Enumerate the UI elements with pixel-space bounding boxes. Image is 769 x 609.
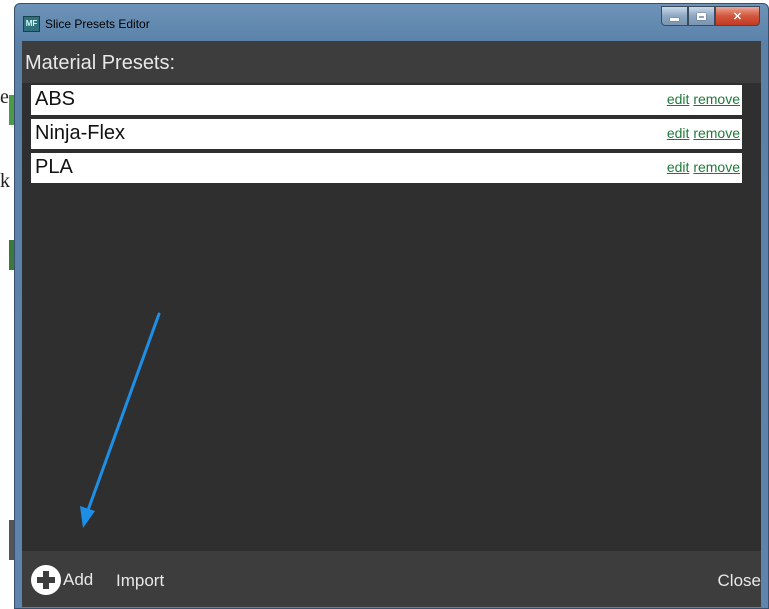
close-window-button[interactable]: ✕: [715, 6, 760, 26]
background-text-fragment: e: [0, 86, 9, 108]
annotation-arrow: [80, 312, 161, 528]
maximize-icon: [697, 12, 706, 20]
title-bar[interactable]: MF Slice Presets Editor ✕: [15, 4, 768, 42]
add-icon: [31, 565, 61, 595]
close-button[interactable]: Close: [718, 571, 761, 591]
import-button[interactable]: Import: [116, 571, 164, 591]
annotation-arrow-shaft: [85, 312, 161, 515]
app-icon: MF: [23, 16, 40, 32]
add-label: Add: [63, 570, 94, 589]
minimize-icon: [670, 18, 679, 21]
editor-panel: Material Presets: ABS edit remove Ninja-…: [22, 41, 761, 607]
background-text-fragment: k: [0, 170, 10, 192]
maximize-button[interactable]: [688, 6, 715, 26]
footer-bar: Add Import Close: [22, 551, 761, 607]
minimize-button[interactable]: [661, 6, 688, 26]
add-button[interactable]: Add: [31, 565, 93, 595]
window-title: Slice Presets Editor: [45, 17, 150, 31]
close-icon: ✕: [732, 10, 743, 23]
window-controls: ✕: [661, 6, 760, 26]
slice-presets-editor-window: MF Slice Presets Editor ✕ Material Prese…: [14, 3, 769, 609]
annotation-arrow-head: [80, 506, 95, 528]
